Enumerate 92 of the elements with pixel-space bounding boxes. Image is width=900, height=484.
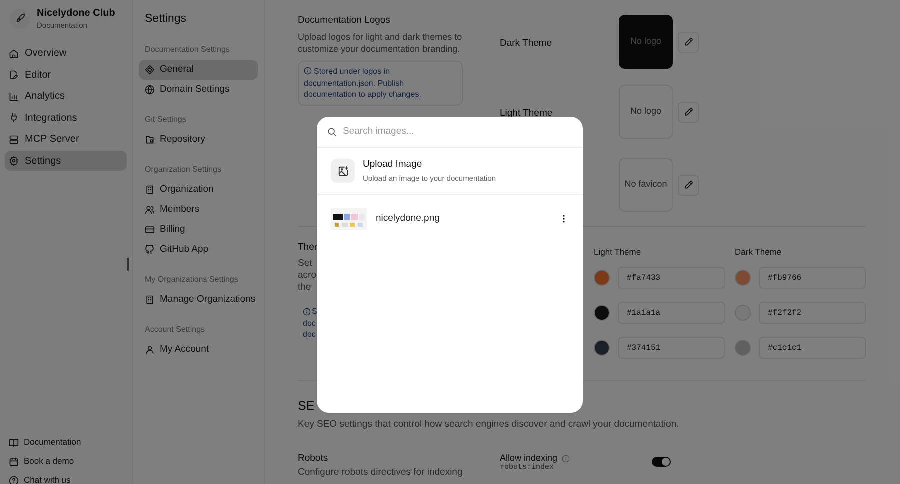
edit-button[interactable] [678, 32, 699, 52]
search-field[interactable]: Search images... [343, 124, 573, 140]
folder-icon [145, 135, 155, 146]
description-fragment: the [298, 282, 312, 294]
section-title: SE [298, 398, 316, 415]
pencil-icon [684, 37, 694, 47]
image-plus-icon [338, 166, 348, 176]
section-description: Upload logos for light and dark themes to customize your documentation branding. [298, 31, 463, 56]
group-heading: My Organizations Settings [144, 274, 240, 286]
building-icon [145, 295, 155, 306]
bar-chart-icon [9, 92, 19, 102]
settings-nav-item[interactable]: GitHub App [139, 240, 258, 260]
color-input[interactable]: #f2f2f2 [759, 302, 866, 324]
github-icon [145, 245, 155, 256]
column-heading: Light Theme [594, 246, 642, 258]
color-input[interactable]: #c1c1c1 [759, 337, 866, 359]
column-heading: Dark Theme [735, 246, 783, 258]
calendar-icon [9, 456, 19, 466]
settings-nav-item[interactable]: My Account [139, 340, 258, 360]
panel-title: Settings [144, 12, 188, 27]
pencil-icon [684, 180, 694, 190]
sidebar-item[interactable]: MCP Server [5, 130, 127, 150]
color-input[interactable]: #fa7433 [618, 267, 725, 289]
sidebar-item[interactable]: Overview [5, 44, 127, 64]
toggle-switch[interactable] [652, 457, 671, 467]
color-input[interactable]: #1a1a1a [618, 302, 725, 324]
color-swatch[interactable] [735, 270, 751, 286]
sidebar-item[interactable]: Integrations [5, 108, 127, 128]
info-icon [303, 308, 311, 316]
credit-card-icon [145, 225, 155, 236]
section-title: Ther [298, 241, 319, 255]
settings-nav-item[interactable]: Billing [139, 220, 258, 240]
settings-nav-item[interactable]: Organization [139, 180, 258, 200]
file-edit-icon [9, 70, 19, 80]
brand-name: Nicelydone Club [37, 8, 116, 20]
building-icon [145, 185, 155, 196]
server-icon [9, 134, 19, 145]
section-description: Key SEO settings that control how search engines discover and crawl your documentation. [298, 418, 680, 432]
settings-nav-item[interactable]: Repository [139, 130, 258, 150]
sidebar-item[interactable]: Settings [5, 151, 127, 172]
group-heading: Git Settings [144, 114, 188, 126]
diamond-icon [145, 65, 155, 76]
section-description: Configure robots directives for indexing [298, 467, 464, 478]
info-icon [304, 67, 312, 76]
group-heading: Account Settings [144, 324, 206, 336]
logo-preview: No favicon [619, 158, 673, 212]
footer-link[interactable]: Book a demo [5, 452, 127, 471]
info-icon [562, 454, 570, 462]
plug-icon [9, 113, 19, 124]
setting-label: Allow indexing [500, 453, 558, 464]
globe-icon [145, 85, 155, 96]
help-icon [9, 476, 19, 484]
option-title: Upload Image [363, 158, 424, 172]
color-swatch[interactable] [594, 305, 610, 321]
field-label: Dark Theme [500, 38, 552, 49]
info-note: Stored under logos in documentation.json. Publish documentation to apply changes. [298, 61, 463, 106]
note-fragment: S [312, 306, 318, 318]
settings-nav-item[interactable]: General [139, 60, 258, 80]
logo-preview: No logo [619, 85, 673, 139]
description-fragment: Set [298, 258, 314, 270]
book-icon [9, 438, 19, 448]
footer-link[interactable]: Chat with us [5, 471, 127, 484]
group-heading: Organization Settings [144, 164, 222, 176]
settings-nav-item[interactable]: Manage Organizations [139, 290, 258, 310]
users-icon [145, 205, 155, 216]
color-input[interactable]: #fb9766 [759, 267, 866, 289]
sidebar-item[interactable]: Analytics [5, 86, 127, 107]
edit-button[interactable] [678, 102, 699, 122]
color-input[interactable]: #374151 [618, 337, 725, 359]
settings-nav-item[interactable]: Members [139, 200, 258, 220]
resize-handle[interactable] [127, 258, 129, 271]
note-fragment: doc [303, 318, 316, 330]
group-heading: Documentation Settings [144, 44, 231, 56]
note-fragment: doc [303, 329, 316, 341]
search-icon [327, 127, 337, 137]
color-swatch[interactable] [735, 340, 751, 356]
user-icon [145, 345, 155, 356]
color-swatch[interactable] [594, 340, 610, 356]
sidebar-item[interactable]: Editor [5, 65, 127, 86]
settings-icon [9, 156, 19, 166]
edit-button[interactable] [678, 174, 699, 196]
footer-link[interactable]: Documentation [5, 433, 127, 452]
section-title: Documentation Logos [298, 14, 392, 28]
home-icon [9, 48, 19, 59]
image-row[interactable]: nicelydone.png [317, 195, 583, 243]
description-fragment: acro [298, 270, 318, 282]
pencil-icon [684, 107, 694, 117]
file-name: nicelydone.png [376, 212, 441, 226]
color-swatch[interactable] [594, 270, 610, 286]
section-title: Robots [298, 453, 330, 464]
settings-nav-item[interactable]: Domain Settings [139, 80, 258, 100]
logo-preview: No logo [619, 15, 673, 69]
